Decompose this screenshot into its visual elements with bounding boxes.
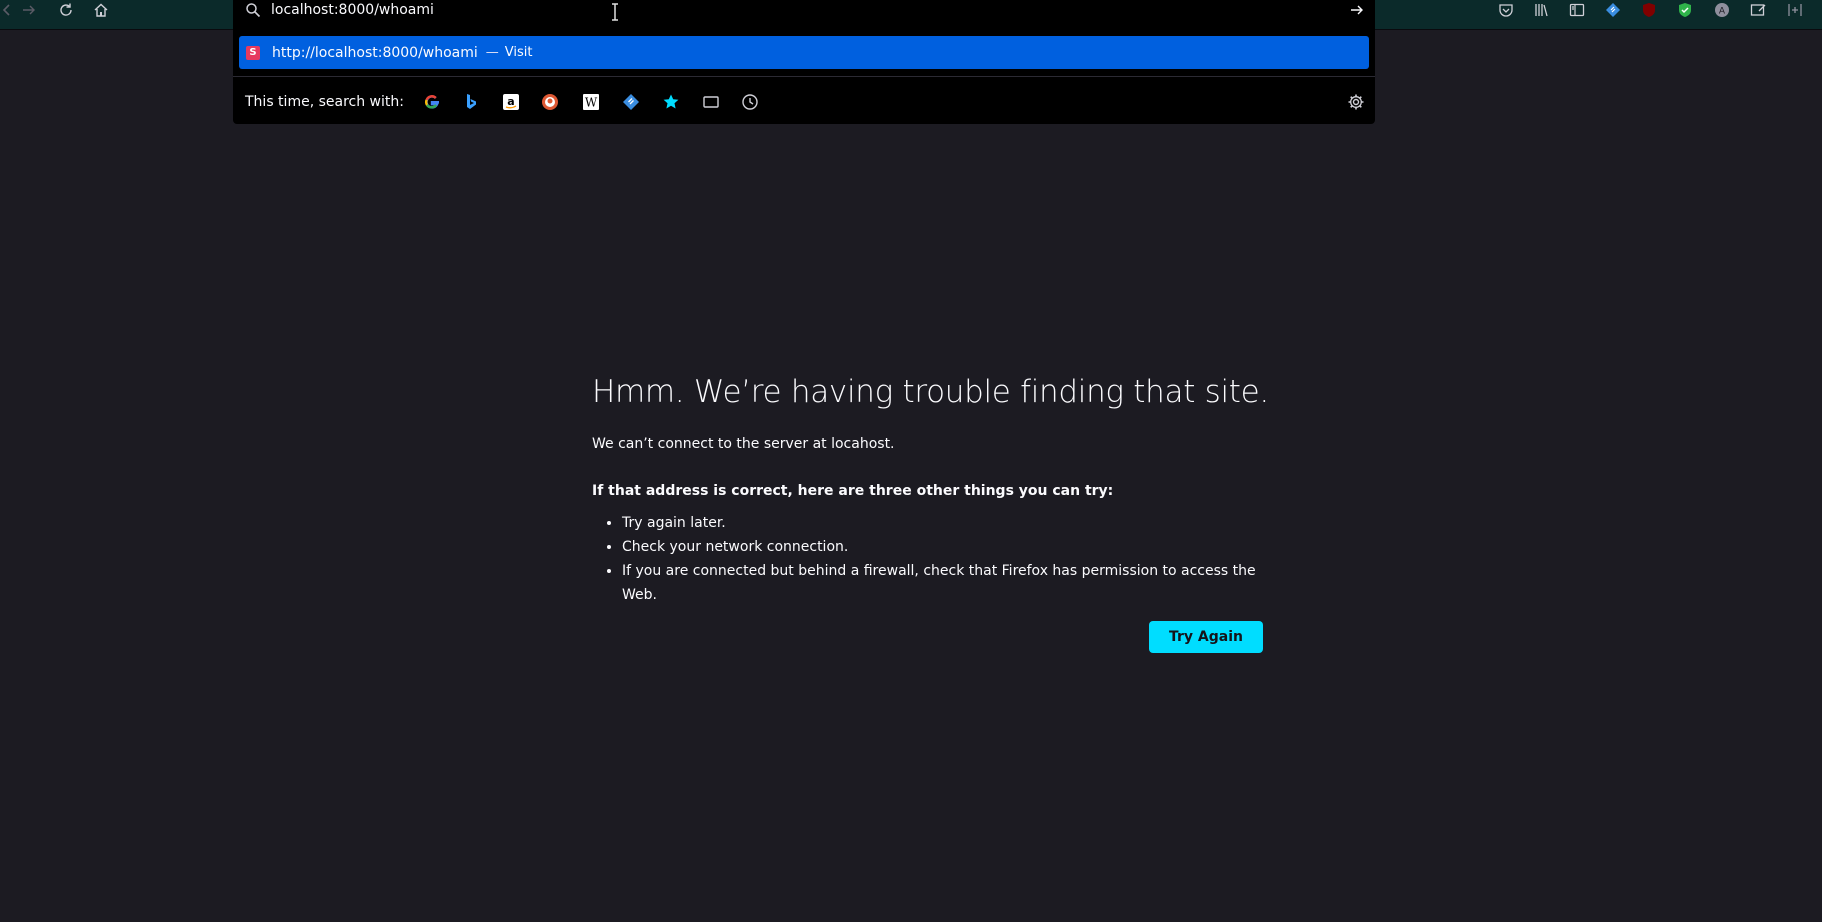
google-icon[interactable] [422,92,442,112]
responsive-icon[interactable] [1783,0,1807,20]
reload-icon[interactable] [53,0,79,20]
screenshot-icon[interactable] [1746,0,1770,20]
url-input[interactable] [271,0,1271,20]
gear-icon[interactable] [1347,93,1365,111]
result-action: Visit [504,45,533,60]
urlbar-result-visit[interactable]: S http://localhost:8000/whoami — Visit [239,36,1369,69]
bing-icon[interactable] [461,92,481,112]
history-icon[interactable] [740,92,760,112]
urlbar-popup: S http://localhost:8000/whoami — Visit T… [233,0,1375,124]
extension-diamond-icon[interactable] [1601,0,1625,20]
list-item: Check your network connection. [622,535,1292,559]
suggestion-list: Try again later. Check your network conn… [592,511,1292,607]
error-description: We can’t connect to the server at locaho… [592,436,895,452]
amazon-icon[interactable]: a [501,92,521,112]
try-again-button[interactable]: Try Again [1149,621,1263,653]
go-arrow-icon[interactable] [1349,2,1365,18]
error-title: Hmm. We’re having trouble finding that s… [592,374,1269,410]
site-favicon: S [246,45,260,60]
tabs-icon[interactable] [701,92,721,112]
shield-check-icon[interactable] [1673,0,1697,20]
search-icon [246,3,261,18]
text-cursor-icon [612,3,618,21]
account-letter: A [1719,7,1726,17]
home-icon[interactable] [88,0,114,20]
result-url: http://localhost:8000/whoami [272,44,478,61]
wikipedia-icon[interactable]: W [581,92,601,112]
url-input-row [233,0,1375,21]
amazon-letter: a [507,95,514,108]
result-separator: — [485,45,499,60]
search-oneoffs: This time, search with: a W [233,76,1375,124]
library-icon[interactable] [1530,0,1554,20]
account-a-icon[interactable]: A [1710,0,1734,20]
oneoff-label: This time, search with: [245,94,404,110]
error-page: Hmm. We’re having trouble finding that s… [592,370,1292,653]
wikipedia-letter: W [585,96,598,110]
list-item: Try again later. [622,511,1292,535]
bookmarks-icon[interactable] [661,92,681,112]
extension-engine-icon[interactable] [621,92,641,112]
list-item: If you are connected but behind a firewa… [622,559,1292,607]
ublock-icon[interactable] [1637,0,1661,20]
pocket-icon[interactable] [1494,0,1518,20]
duckduckgo-icon[interactable] [540,92,560,112]
sidebar-icon[interactable] [1565,0,1589,20]
forward-icon[interactable] [16,0,42,20]
error-subhead: If that address is correct, here are thr… [592,483,1114,499]
